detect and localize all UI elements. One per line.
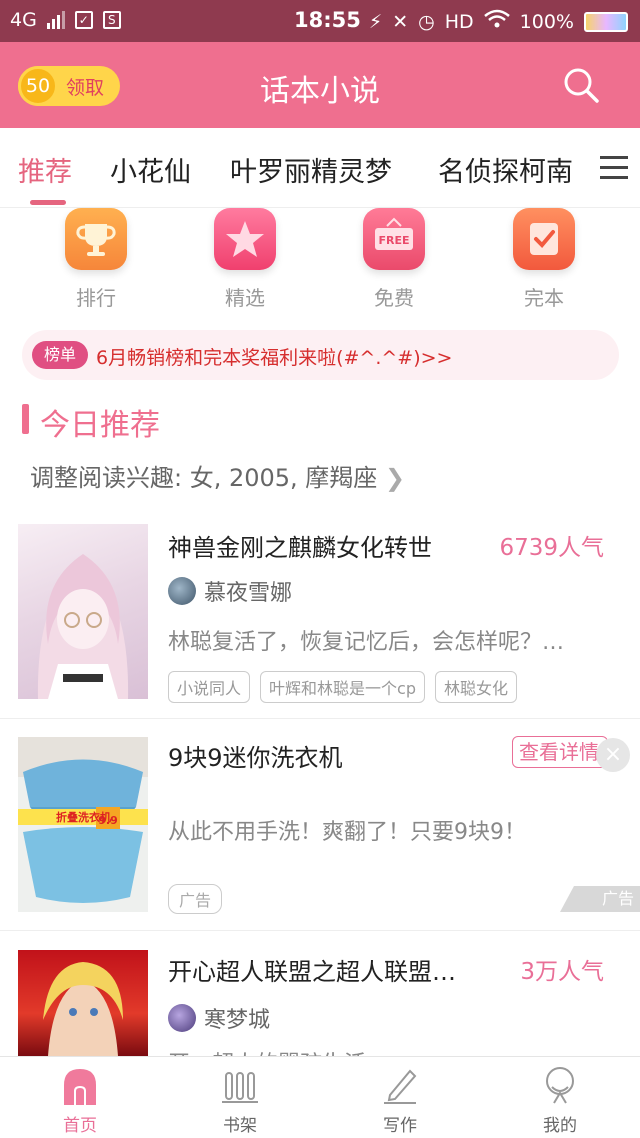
chevron-right-icon: ❯ [384,464,406,492]
tag[interactable]: 林聪女化 [434,671,517,703]
book-title[interactable]: 开心超人联盟之超人联盟… [168,952,456,987]
book-cover[interactable] [18,950,148,1056]
featured-entry[interactable]: 精选 [185,208,305,311]
search-icon[interactable] [562,66,600,104]
popularity: 6739人气 [499,535,604,561]
nav-me-label: 我的 [543,1116,577,1136]
ad-label: 广告 [168,884,223,914]
nav-home[interactable]: 首页 [20,1065,140,1136]
tag[interactable]: 叶辉和林聪是一个cp [260,671,425,703]
alarm-icon: ◷ [418,10,435,33]
user-icon [540,1065,580,1105]
tag[interactable]: 小说同人 [168,671,251,703]
interest-text: 调整阅读兴趣: 女, 2005, 摩羯座 [30,464,378,492]
home-icon [60,1065,100,1105]
pencil-icon [380,1065,420,1105]
view-details-button[interactable]: 查看详情 [512,736,608,768]
tab-conan[interactable]: 名侦探柯南 [438,150,573,189]
avatar [168,577,196,605]
ad-cover[interactable]: 折叠洗衣机 9.9 [18,737,148,912]
nav-write-label: 写作 [383,1116,417,1136]
app-title: 话本小说 [260,74,380,109]
author-row[interactable]: 慕夜雪娜 [168,575,292,607]
svg-text:FREE: FREE [378,234,409,247]
ad-desc: 从此不用手洗！爽翻了！只要9块9！ [168,820,526,845]
notice-text: 6月畅销榜和完本奖福利来啦(#^.^#)>> [96,347,453,369]
ad-title[interactable]: 9块9迷你洗衣机 [168,738,343,773]
close-icon[interactable]: × [596,738,630,772]
completed-entry[interactable]: 完本 [484,208,604,311]
charging-icon: ⚡ [368,10,383,33]
wifi-icon [483,9,510,34]
tab-recommend[interactable]: 推荐 [18,150,72,189]
tab-xiaohuaxian[interactable]: 小花仙 [110,150,191,189]
trophy-icon [65,208,127,270]
avatar [168,1004,196,1032]
nav-bookshelf[interactable]: 书架 [180,1065,300,1136]
notice-banner[interactable]: 榜单 6月畅销榜和完本奖福利来啦(#^.^#)>> [22,330,619,380]
mute-icon: ✕ [392,10,409,33]
ad-cover-price: 9.9 [98,814,118,827]
category-tabs: 推荐 小花仙 叶罗丽精灵梦 名侦探柯南 [0,128,640,208]
nav-write[interactable]: 写作 [340,1065,460,1136]
hd-label: HD [444,10,474,33]
author-name: 寒梦城 [204,1008,271,1033]
check-icon [513,208,575,270]
ad-corner-badge: 广告 [560,886,640,912]
battery-icon [584,11,628,32]
app-header: 50 领取 话本小说 [0,42,640,128]
battery-percent: 100% [519,10,574,33]
author-name: 慕夜雪娜 [204,581,293,606]
ranking-entry[interactable]: 排行 [36,208,156,311]
tab-indicator [30,200,66,205]
adjust-interest-link[interactable]: 调整阅读兴趣: 女, 2005, 摩羯座 ❯ [30,458,405,493]
nav-me[interactable]: 我的 [500,1065,620,1136]
section-title: 今日推荐 [40,408,160,443]
menu-icon[interactable] [600,156,628,180]
book-title[interactable]: 神兽金刚之麒麟女化转世 [168,528,432,563]
section-accent [22,404,29,434]
tag-list: 小说同人 叶辉和林聪是一个cp 林聪女化 [168,671,517,703]
nav-home-label: 首页 [63,1116,97,1136]
ranking-label: 排行 [76,286,116,310]
featured-label: 精选 [225,286,265,310]
popularity: 3万人气 [520,959,604,985]
clock: 18:55 [294,8,361,32]
network-type: 4G [10,9,37,31]
free-label: 免费 [374,286,414,310]
status-bar: 4G ✓ S 18:55 ⚡ ✕ ◷ HD 100% [0,0,640,42]
star-icon [214,208,276,270]
sim-notification-icon: S [102,11,121,29]
bookshelf-icon [220,1065,260,1105]
bottom-nav: 首页 书架 写作 我的 [0,1056,640,1138]
divider [0,718,640,719]
divider [0,930,640,931]
completed-label: 完本 [524,286,564,310]
checkbox-notification-icon: ✓ [74,11,93,29]
book-cover[interactable] [18,524,148,699]
signal-icon [46,11,65,29]
author-row[interactable]: 寒梦城 [168,1002,270,1034]
free-icon: FREE [363,208,425,270]
nav-bookshelf-label: 书架 [223,1116,257,1136]
notice-badge: 榜单 [32,341,88,369]
free-entry[interactable]: FREE 免费 [334,208,454,311]
tab-yeluoli[interactable]: 叶罗丽精灵梦 [230,150,392,189]
book-desc: 林聪复活了，恢复记忆后，会怎样呢？… [168,630,565,655]
